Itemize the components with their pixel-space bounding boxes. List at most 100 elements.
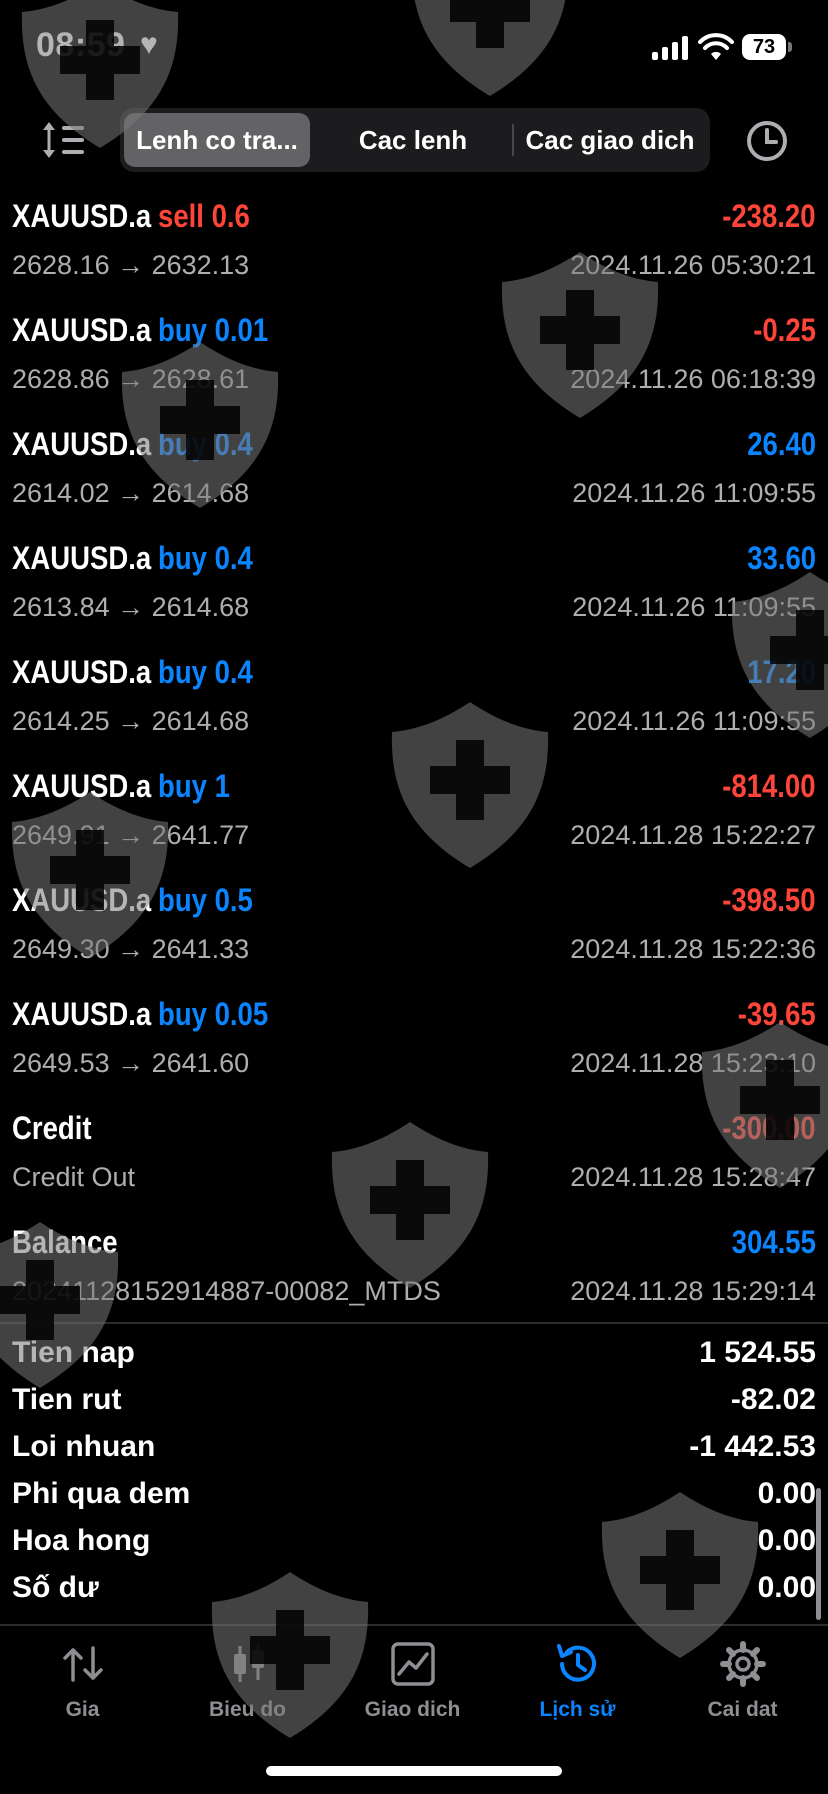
arrows-up-down-icon <box>62 1646 103 1682</box>
summary-value: -1 442.53 <box>689 1430 816 1463</box>
chart-line-icon <box>390 1642 435 1686</box>
battery-tip <box>788 42 792 52</box>
cellular-signal-icon <box>652 36 688 60</box>
summary-row: Phi qua dem 0.00 <box>0 1473 828 1520</box>
trade-prices: 2614.02 → 2614.68 <box>12 478 250 508</box>
history-clock-icon <box>556 1644 596 1682</box>
trade-row[interactable]: XAUUSD.a buy 0.4 2613.84 → 2614.68 33.60 202… <box>0 530 828 644</box>
trade-profit: 26.40 <box>747 426 816 462</box>
symbol-name: XAUUSD.a <box>12 540 152 576</box>
trade-symbol: Credit <box>12 1110 98 1147</box>
trade-symbol: XAUUSD.a buy 0.4 <box>12 426 253 463</box>
trade-symbol: XAUUSD.a sell 0.6 <box>12 198 250 235</box>
trade-side: buy 1 <box>158 768 230 804</box>
trade-side: buy 0.5 <box>158 882 253 918</box>
trade-symbol: XAUUSD.a buy 0.05 <box>12 996 268 1033</box>
trade-profit: -300.00 <box>722 1110 816 1146</box>
candlestick-icon <box>233 1644 264 1682</box>
summary-value: 0.00 <box>757 1524 816 1557</box>
trade-side: buy 0.4 <box>158 540 253 576</box>
symbol-name: XAUUSD.a <box>12 996 152 1032</box>
tab-lich-su[interactable]: Lịch sử <box>495 1640 660 1722</box>
trade-datetime: 2024.11.26 11:09:55 <box>572 592 816 622</box>
summary-row: Số dư 0.00 <box>0 1567 828 1614</box>
symbol-name: Balance <box>12 1224 118 1260</box>
status-time: 08:59 <box>36 26 126 64</box>
trade-row[interactable]: XAUUSD.a sell 0.6 2628.16 → 2632.13 -238.20… <box>0 188 828 302</box>
summary-value: 1 524.55 <box>699 1336 816 1369</box>
summary-row: Loi nhuan -1 442.53 <box>0 1426 828 1473</box>
trade-side: buy 0.4 <box>158 426 253 462</box>
segment-closed-positions[interactable]: Lenh co tra... <box>124 113 310 167</box>
summary-row: Tien nap 1 524.55 <box>0 1332 828 1379</box>
trade-profit: 33.60 <box>747 540 816 576</box>
trade-prices: 2628.86 → 2628.61 <box>12 364 250 394</box>
trade-prices: 2649.30 → 2641.33 <box>12 934 250 964</box>
trade-profit: -238.20 <box>722 198 816 234</box>
segment-orders[interactable]: Cac lenh <box>316 113 510 167</box>
summary-label: Tien nap <box>12 1336 135 1369</box>
battery-icon: 73 <box>742 34 786 60</box>
trade-row[interactable]: XAUUSD.a buy 0.5 2649.30 → 2641.33 -398.50 2… <box>0 872 828 986</box>
trade-symbol: XAUUSD.a buy 0.01 <box>12 312 268 349</box>
status-bar: 08:59 ♥ 73 <box>0 0 828 100</box>
tab-gia[interactable]: Gia <box>0 1640 165 1722</box>
summary-label: Loi nhuan <box>12 1430 156 1463</box>
tab-bieu-do[interactable]: Bieu do <box>165 1640 330 1722</box>
home-indicator <box>266 1766 562 1776</box>
trade-row[interactable]: XAUUSD.a buy 1 2649.91 → 2641.77 -814.00 202… <box>0 758 828 872</box>
summary-label: Phi qua dem <box>12 1477 191 1510</box>
summary-row: Tien rut -82.02 <box>0 1379 828 1426</box>
segment-deals[interactable]: Cac giao dich <box>514 113 706 167</box>
tab-giao-dich[interactable]: Giao dich <box>330 1640 495 1722</box>
trade-datetime: 2024.11.28 15:22:36 <box>570 934 816 964</box>
trade-symbol: XAUUSD.a buy 0.4 <box>12 540 253 577</box>
trade-row[interactable]: XAUUSD.a buy 0.4 2614.25 → 2614.68 17.20 202… <box>0 644 828 758</box>
gear-icon <box>719 1641 766 1687</box>
symbol-name: XAUUSD.a <box>12 426 152 462</box>
trade-symbol: XAUUSD.a buy 0.5 <box>12 882 253 919</box>
trade-symbol: Balance <box>12 1224 124 1261</box>
trade-profit: -39.65 <box>737 996 816 1032</box>
heart-icon: ♥ <box>140 28 158 61</box>
trade-row[interactable]: Balance 20241128152914887-00082_MTDS 304.5… <box>0 1214 828 1328</box>
wifi-icon <box>698 33 734 60</box>
trade-datetime: 2024.11.26 06:18:39 <box>570 364 816 394</box>
trade-profit: 304.55 <box>731 1224 816 1260</box>
trade-datetime: 2024.11.26 11:09:55 <box>572 706 816 736</box>
trade-datetime: 2024.11.28 15:23:10 <box>570 1048 816 1078</box>
symbol-name: XAUUSD.a <box>12 882 152 918</box>
symbol-name: XAUUSD.a <box>12 768 152 804</box>
summary-divider <box>0 1322 828 1324</box>
tab-cai-dat[interactable]: Cai dat <box>660 1640 825 1722</box>
trade-row[interactable]: XAUUSD.a buy 0.01 2628.86 → 2628.61 -0.25 20… <box>0 302 828 416</box>
trade-side: sell 0.6 <box>158 198 250 234</box>
tab-label: Gia <box>65 1698 100 1721</box>
trade-row[interactable]: Credit Credit Out -300.00 2024.11.28 15:28:… <box>0 1100 828 1214</box>
sort-icon[interactable] <box>40 118 86 162</box>
symbol-name: XAUUSD.a <box>12 198 152 234</box>
scrollbar[interactable] <box>816 1488 821 1620</box>
trade-prices: 2628.16 → 2632.13 <box>12 250 250 280</box>
trade-profit: -398.50 <box>722 882 816 918</box>
tab-label: Cai dat <box>707 1698 778 1721</box>
trade-prices: 2613.84 → 2614.68 <box>12 592 250 622</box>
summary-label: Số dư <box>12 1571 99 1604</box>
summary-value: -82.02 <box>730 1383 816 1416</box>
summary-section: Tien nap 1 524.55 Tien rut -82.02 Loi nhuan -… <box>0 1332 828 1614</box>
trade-prices: 2614.25 → 2614.68 <box>12 706 250 736</box>
trade-row[interactable]: XAUUSD.a buy 0.4 2614.02 → 2614.68 26.40 202… <box>0 416 828 530</box>
trade-side: buy 0.01 <box>158 312 269 348</box>
tab-label: Lịch sử <box>539 1698 616 1721</box>
trade-side: buy 0.05 <box>158 996 269 1032</box>
clock-icon[interactable] <box>744 118 790 164</box>
trade-profit: -814.00 <box>722 768 816 804</box>
trade-row[interactable]: XAUUSD.a buy 0.05 2649.53 → 2641.60 -39.65 2… <box>0 986 828 1100</box>
summary-label: Hoa hong <box>12 1524 151 1557</box>
trade-history-list: XAUUSD.a sell 0.6 2628.16 → 2632.13 -238.20… <box>0 188 828 1328</box>
trade-symbol: XAUUSD.a buy 0.4 <box>12 654 253 691</box>
trade-profit: 17.20 <box>747 654 816 690</box>
trade-prices: 2649.91 → 2641.77 <box>12 820 250 850</box>
symbol-name: XAUUSD.a <box>12 654 152 690</box>
trade-side: buy 0.4 <box>158 654 253 690</box>
